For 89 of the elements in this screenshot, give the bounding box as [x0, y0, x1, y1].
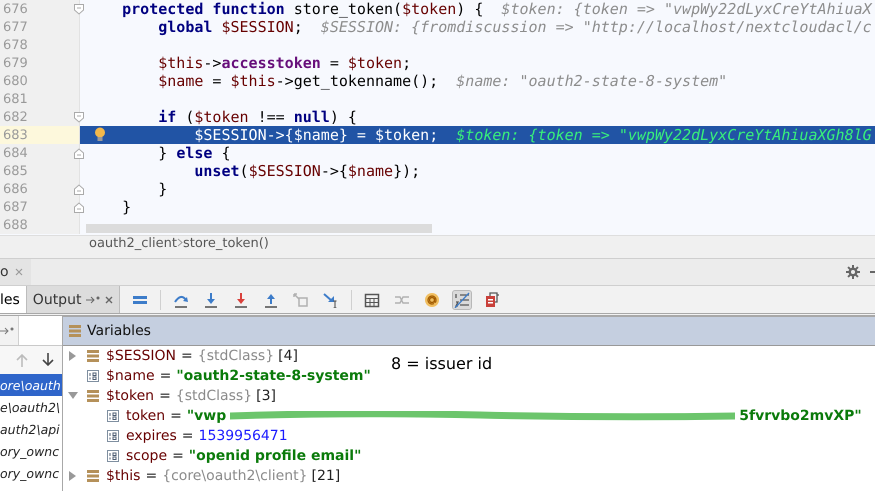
equals-sign: = [182, 428, 194, 444]
step-out-icon[interactable] [263, 292, 280, 308]
step-into-icon[interactable] [203, 292, 220, 308]
inline-value: $SESSION: {fromdiscussion => "http://localhost/nextcloudacl/c [320, 18, 872, 36]
variable-name: $SESSION [106, 348, 176, 364]
line-number: 678 [3, 38, 28, 52]
equals-sign: = [181, 348, 193, 364]
code-line: global $SESSION; [158, 18, 303, 36]
inline-value: $token: {token => "vwpWy22dLyxCreYtAhiuaXGh8lG [456, 126, 872, 144]
code-line: } [122, 198, 132, 216]
variable-name: token [126, 408, 166, 424]
inline-value: $token: {token => "vwpWy22dLyxCreYtAhiuaX [501, 0, 872, 18]
code-line: } [158, 180, 168, 198]
variable-name: $this [106, 468, 140, 484]
fold-marker-icon[interactable] [74, 112, 84, 123]
number-value: 1539956471 [198, 428, 288, 444]
run-to-cursor-icon[interactable] [323, 292, 340, 308]
fold-marker-icon[interactable] [74, 184, 84, 195]
line-number: 683 [3, 128, 28, 142]
calculator-icon[interactable] [364, 292, 380, 308]
stack-frame[interactable]: ore\oauth [0, 374, 62, 396]
restore-layout-icon[interactable] [484, 292, 500, 308]
code-line: $name = $this->get_tokenname(); [158, 72, 438, 90]
horizontal-scrollbar[interactable] [86, 224, 432, 233]
line-number: 685 [3, 164, 28, 178]
line-number: 684 [3, 146, 28, 160]
code-line: $SESSION->{$name} = $token; [194, 126, 438, 144]
expander-icon[interactable] [68, 351, 78, 361]
type-label: {stdClass} [198, 348, 274, 364]
line-number: 688 [3, 218, 28, 232]
equals-sign: = [159, 388, 171, 404]
code-line: unset($SESSION->{$name}); [194, 162, 420, 180]
line-number: 679 [3, 56, 28, 70]
code-line: if ($token !== null) { [158, 108, 357, 126]
stack-frame[interactable]: auth2\api [0, 418, 62, 440]
string-value: "oauth2-state-8-system" [176, 368, 371, 384]
line-number: 686 [3, 182, 28, 196]
line-number: 677 [3, 20, 28, 34]
line-number: 680 [3, 74, 28, 88]
lightbulb-icon[interactable] [94, 127, 106, 142]
down-arrow-icon[interactable] [42, 353, 54, 367]
variable-name: $token [106, 388, 154, 404]
code-line: } else { [158, 144, 230, 162]
step-into-icon[interactable] [233, 292, 250, 308]
equals-sign: = [145, 468, 158, 484]
code-line: $this->accesstoken = $token; [158, 54, 412, 72]
tool-window-tab[interactable]: o [0, 264, 9, 280]
line-number: 682 [3, 110, 28, 124]
item-count: [4] [278, 348, 298, 364]
close-icon[interactable] [105, 296, 114, 304]
stack-frame[interactable]: ory_ownc [0, 462, 62, 484]
variable-name: expires [126, 428, 177, 444]
settings-icon[interactable] [846, 265, 860, 279]
equals-sign: = [172, 448, 184, 464]
equals-sign: = [160, 368, 172, 384]
tab[interactable]: les [0, 286, 27, 313]
inline-value: $name: "oauth2-state-8-system" [456, 72, 728, 90]
tab[interactable]: Output [26, 286, 120, 313]
string-value: "openid profile email" [188, 448, 362, 464]
variable-name: scope [126, 448, 168, 464]
expander-icon[interactable] [68, 471, 78, 481]
variable-name: $name [106, 368, 155, 384]
type-label: {stdClass} [176, 388, 252, 404]
item-count: [21] [312, 468, 340, 484]
stack-lines-icon [69, 325, 81, 337]
annotation-text: 8 = issuer id [391, 354, 492, 373]
string-value: 5fvrvbo2mvXP" [739, 408, 862, 424]
code-line: protected function store_token($token) { [122, 0, 484, 18]
panel-title: Variables [87, 323, 151, 339]
type-label: {core\oauth2\client} [162, 468, 308, 484]
breadcrumb-item[interactable]: oauth2_client [89, 236, 177, 251]
line-number: 676 [3, 2, 28, 16]
fold-marker-icon[interactable] [74, 202, 84, 213]
fold-marker-icon[interactable] [74, 4, 84, 15]
close-icon[interactable] [14, 268, 23, 276]
chevron-icon [176, 238, 183, 247]
stack-frame[interactable]: ory_ownc [0, 440, 62, 462]
fold-marker-icon[interactable] [74, 148, 84, 159]
pin-icon[interactable] [0, 326, 14, 334]
line-number: 681 [3, 92, 28, 106]
watch-icon[interactable] [424, 292, 440, 308]
expander-icon[interactable] [68, 391, 78, 401]
line-number: 687 [3, 200, 28, 214]
string-value: "vwp [186, 408, 226, 424]
pin-icon[interactable] [86, 296, 100, 304]
item-count: [3] [256, 388, 276, 404]
equals-sign: = [170, 408, 182, 424]
stack-frame[interactable]: e\oauth2\ [0, 396, 62, 418]
breadcrumb-item[interactable]: store_token() [182, 236, 269, 251]
